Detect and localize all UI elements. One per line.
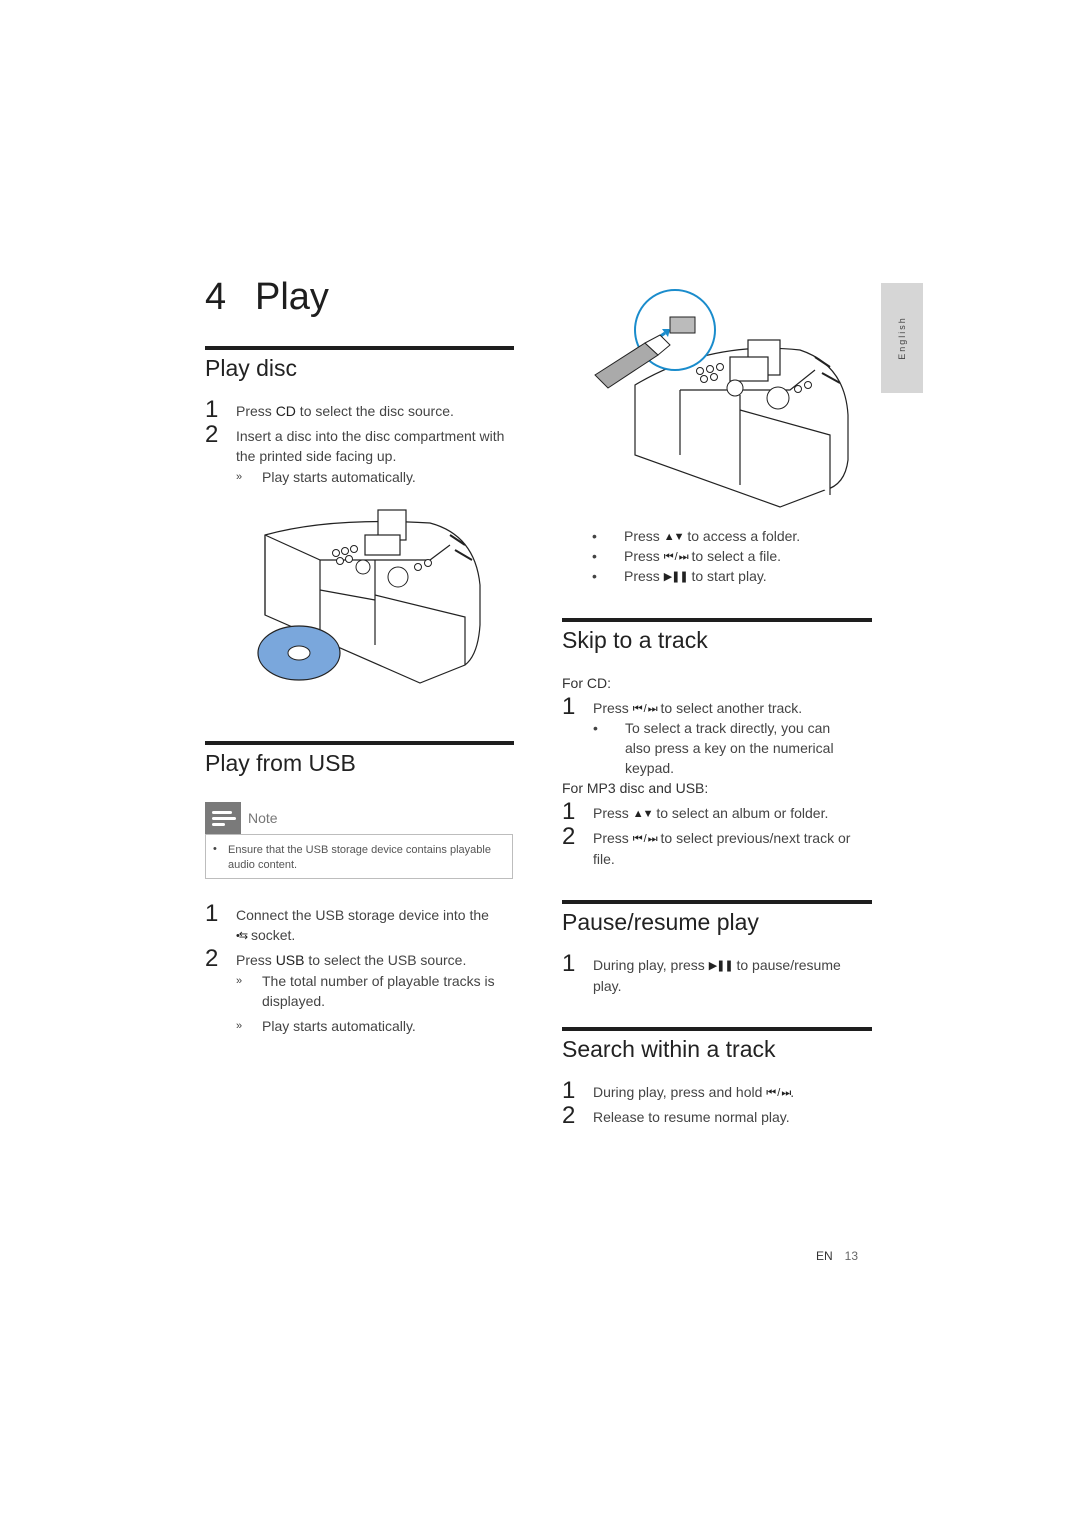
- heading-skip-track: Skip to a track: [562, 627, 708, 653]
- section-rule: [205, 741, 514, 745]
- heading-search-track: Search within a track: [562, 1036, 776, 1062]
- play-pause-icon: ▶❚❚: [663, 571, 689, 583]
- usb-bullet-3: • Press ▶❚❚ to start play.: [592, 566, 872, 587]
- usb-socket-icon: •⇆: [236, 930, 248, 942]
- step-number: 1: [562, 950, 576, 977]
- usb-bullet-1: • Press ▲▼ to access a folder.: [592, 526, 872, 547]
- language-tab: English: [881, 283, 923, 393]
- skip-cd-step-1: 1 Press ⏮ / ⏭ to select another track.: [562, 693, 803, 720]
- heading-play-disc: Play disc: [205, 355, 298, 381]
- label-for-cd: For CD:: [562, 675, 611, 691]
- label-for-mp3-usb: For MP3 disc and USB:: [562, 780, 709, 796]
- prev-next-icon: ⏮ / ⏭: [632, 833, 658, 845]
- page-number: 13: [844, 1249, 859, 1263]
- play-disc-result: » Play starts automatically.: [236, 469, 416, 485]
- chapter-name: Play: [255, 276, 329, 318]
- prev-next-icon: ⏮ / ⏭: [766, 1087, 791, 1099]
- language-label: English: [897, 316, 907, 360]
- key-usb: USB: [275, 952, 305, 968]
- skip-cd-bullet: • To select a track directly, you can al…: [593, 720, 834, 776]
- chapter-number: 4: [205, 276, 227, 318]
- pause-step-1: 1 During play, press ▶❚❚ to pause/resume…: [562, 950, 841, 995]
- step-number: 2: [205, 945, 219, 972]
- illustration-usb-insert: [594, 289, 849, 508]
- search-step-2: 2 Release to resume normal play.: [562, 1102, 790, 1129]
- cd-hole: [287, 645, 311, 661]
- note-text: Ensure that the USB storage device conta…: [228, 844, 491, 871]
- note-box: • Ensure that the USB storage device con…: [205, 834, 513, 879]
- skip-mp3-step-1: 1 Press ▲▼ to select an album or folder.: [562, 798, 829, 825]
- section-rule: [562, 1027, 872, 1031]
- play-usb-result-1: » The total number of playable tracks is…: [236, 973, 495, 1009]
- note-label: Note: [248, 810, 278, 826]
- step-number: 1: [562, 798, 576, 825]
- key-cd: CD: [275, 403, 296, 419]
- up-down-icon: ▲▼: [663, 531, 685, 543]
- heading-pause-resume: Pause/resume play: [562, 909, 759, 935]
- play-disc-step-2: 2 Insert a disc into the disc compartmen…: [205, 421, 505, 465]
- up-down-icon: ▲▼: [632, 808, 654, 820]
- step-number: 2: [205, 421, 219, 448]
- nav-knob: [355, 559, 371, 575]
- play-usb-result-2: » Play starts automatically.: [236, 1018, 416, 1034]
- step-number: 1: [562, 693, 576, 720]
- footer-lang: EN: [816, 1249, 833, 1263]
- usb-port: [669, 316, 696, 334]
- step-number: 1: [562, 1077, 576, 1104]
- prev-next-icon: ⏮ / ⏭: [632, 703, 658, 715]
- chapter-title: 4 Play: [205, 276, 329, 319]
- page-footer: EN 13: [816, 1249, 858, 1263]
- note-icon: [205, 802, 241, 834]
- step-number: 2: [562, 823, 576, 850]
- section-rule: [205, 346, 514, 350]
- play-disc-step-1: 1 Press CD to select the disc source.: [205, 396, 454, 423]
- section-rule: [562, 618, 872, 622]
- section-rule: [562, 900, 872, 904]
- volume-knob: [766, 386, 790, 410]
- play-usb-step-2: 2 Press USB to select the USB source.: [205, 945, 467, 972]
- nav-knob: [726, 379, 744, 397]
- usb-bullet-2: • Press ⏮ / ⏭ to select a file.: [592, 546, 872, 567]
- search-step-1: 1 During play, press and hold ⏮ / ⏭.: [562, 1077, 795, 1104]
- step-number: 2: [562, 1102, 576, 1129]
- illustration-cd-system: [257, 509, 481, 684]
- heading-play-usb: Play from USB: [205, 750, 356, 776]
- play-usb-step-1: 1 Connect the USB storage device into th…: [205, 901, 514, 946]
- prev-next-icon: ⏮ / ⏭: [663, 551, 689, 563]
- step-number: 1: [205, 396, 219, 423]
- skip-mp3-step-2: 2 Press ⏮ / ⏭ to select previous/next tr…: [562, 823, 851, 868]
- volume-knob: [387, 566, 409, 588]
- step-number: 1: [205, 900, 219, 927]
- play-pause-icon: ▶❚❚: [708, 960, 734, 972]
